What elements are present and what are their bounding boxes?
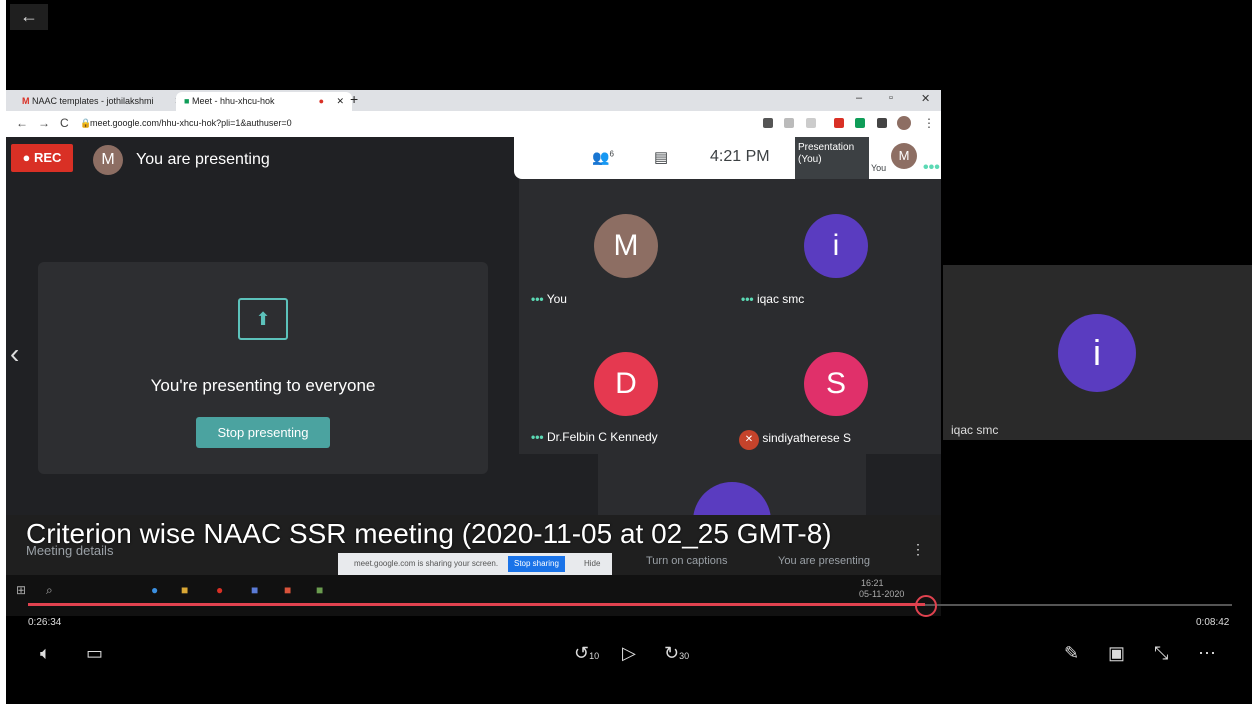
presentation-label: Presentation (You) bbox=[798, 142, 855, 165]
skip-forward-button[interactable]: ↻30 bbox=[664, 643, 689, 664]
gmail-icon: M bbox=[22, 96, 30, 106]
volume-icon[interactable]: 🔈︎ bbox=[40, 643, 51, 664]
rec-badge: ● REC bbox=[11, 144, 73, 172]
zoom-icon bbox=[784, 118, 794, 128]
participant-name: ••• iqac smc bbox=[741, 292, 805, 306]
present-screen-icon: ⬆ bbox=[238, 298, 288, 340]
remaining-time: 0:08:42 bbox=[1196, 617, 1230, 628]
reload-icon: C bbox=[60, 116, 69, 130]
skip-forward-seconds: 30 bbox=[679, 651, 690, 661]
presenting-message: You're presenting to everyone bbox=[150, 376, 376, 395]
sharing-notice: meet.google.com is sharing your screen. … bbox=[338, 553, 612, 575]
menu-icon: ⋮ bbox=[923, 116, 935, 130]
participant-avatar: i bbox=[804, 214, 868, 278]
recording-dot-icon: ● bbox=[318, 96, 324, 106]
pencil-icon[interactable]: ✎ bbox=[1064, 643, 1079, 664]
you-presenting-label: You are presenting bbox=[778, 555, 870, 567]
address-bar: ← → C 🔒 meet.google.com/hhu-xhcu-hok?pli… bbox=[6, 111, 941, 137]
close-window-icon: ✕ bbox=[921, 93, 931, 105]
audio-dots-icon: ••• bbox=[531, 430, 544, 444]
stop-sharing-button: Stop sharing bbox=[508, 556, 565, 572]
audio-dots-icon: ••• bbox=[741, 292, 754, 306]
tab-label: NAAC templates - jothilakshmi bbox=[32, 96, 154, 106]
folder-icon: ■ bbox=[181, 583, 189, 597]
restore-icon: ▫ bbox=[889, 92, 893, 104]
puzzle-icon bbox=[877, 118, 887, 128]
back-arrow-icon: ← bbox=[16, 116, 28, 130]
avatar: M bbox=[891, 143, 917, 169]
skip-back-seconds: 10 bbox=[589, 651, 600, 661]
browser-tabbar: M NAAC templates - jothilakshmi ✕ ■ Meet… bbox=[6, 90, 941, 111]
search-icon: ⌕ bbox=[46, 583, 53, 597]
side-participant-avatar: i bbox=[1058, 314, 1136, 392]
elapsed-time: 0:26:34 bbox=[28, 617, 62, 628]
participant-name: ✕ sindiyatherese S bbox=[739, 430, 851, 450]
close-icon: ✕ bbox=[336, 96, 344, 106]
edge-icon: ● bbox=[151, 583, 159, 597]
more-vert-icon: ⋮ bbox=[911, 541, 925, 557]
back-button[interactable]: ← bbox=[10, 4, 48, 30]
profile-icon bbox=[897, 116, 911, 130]
seek-progress bbox=[28, 603, 925, 606]
more-dots-icon: ••• bbox=[923, 159, 940, 176]
extension-icon bbox=[834, 118, 844, 128]
minimize-icon: – bbox=[856, 92, 863, 104]
mic-off-icon: ✕ bbox=[739, 430, 759, 450]
app-icon: ■ bbox=[316, 583, 324, 597]
taskbar-date: 05-11-2020 bbox=[859, 589, 905, 599]
subtitles-icon[interactable]: ▭ bbox=[86, 643, 103, 664]
tab-label: Meet - hhu-xhcu-hok bbox=[191, 96, 275, 106]
chat-icon: ▤ bbox=[654, 149, 669, 166]
captions-label: Turn on captions bbox=[646, 555, 728, 567]
participant-count: 6 bbox=[609, 149, 614, 159]
extension-icon bbox=[855, 118, 865, 128]
participant-name: ••• You bbox=[531, 292, 567, 306]
app-icon: ■ bbox=[251, 583, 259, 597]
participant-name: ••• Dr.Felbin C Kennedy bbox=[531, 430, 658, 444]
play-icon[interactable]: ▷ bbox=[622, 643, 636, 664]
presentation-tile: Presentation (You) bbox=[795, 137, 869, 179]
star-icon bbox=[806, 118, 816, 128]
exit-fullscreen-icon[interactable]: ⤡ bbox=[1154, 643, 1168, 664]
browser-tab-gmail: M NAAC templates - jothilakshmi ✕ bbox=[14, 92, 190, 111]
url-text: meet.google.com/hhu-xhcu-hok?pli=1&authu… bbox=[90, 118, 292, 128]
stop-presenting-button[interactable]: Stop presenting bbox=[196, 417, 330, 448]
new-tab-icon: + bbox=[350, 91, 359, 107]
participant-grid: M ••• You i ••• iqac smc D ••• Dr.Felbin… bbox=[519, 179, 941, 454]
avatar: M bbox=[93, 145, 123, 175]
taskbar-time: 16:21 bbox=[861, 578, 884, 588]
browser-tab-meet: ■ Meet - hhu-xhcu-hok ● ✕ bbox=[176, 92, 352, 111]
chrome-icon: ● bbox=[216, 583, 224, 597]
side-participant-name: iqac smc bbox=[951, 423, 999, 437]
forward-arrow-icon: → bbox=[38, 116, 50, 130]
seek-handle[interactable] bbox=[915, 595, 937, 617]
more-options-icon[interactable]: ⋯ bbox=[1198, 643, 1216, 664]
you-label: You bbox=[871, 163, 887, 173]
participant-avatar: S bbox=[804, 352, 868, 416]
audio-dots-icon: ••• bbox=[531, 292, 544, 306]
video-title: Criterion wise NAAC SSR meeting (2020-11… bbox=[26, 518, 832, 549]
meet-top-bar: 👥6 ▤ 4:21 PM Presentation (You) You M ••… bbox=[514, 137, 941, 179]
miniplayer-icon[interactable]: ▣ bbox=[1108, 643, 1125, 664]
meet-clock: 4:21 PM bbox=[710, 148, 770, 165]
skip-back-button[interactable]: ↺10 bbox=[574, 643, 599, 664]
participant-avatar: D bbox=[594, 352, 658, 416]
meet-icon: ■ bbox=[184, 96, 190, 106]
windows-taskbar: ⊞ ⌕ ● ■ ● ■ ■ ■ 16:21 05-11-2020 bbox=[6, 575, 941, 616]
people-icon: 👥6 bbox=[592, 149, 614, 165]
windows-start-icon: ⊞ bbox=[16, 583, 27, 597]
camera-icon bbox=[763, 118, 773, 128]
participant-avatar: M bbox=[594, 214, 658, 278]
presenting-label: You are presenting bbox=[136, 151, 270, 168]
chevron-left-icon[interactable]: ‹ bbox=[10, 338, 19, 370]
hide-button: Hide bbox=[584, 559, 601, 568]
app-icon: ■ bbox=[284, 583, 292, 597]
presenting-panel: ⬆ You're presenting to everyone Stop pre… bbox=[38, 262, 488, 474]
